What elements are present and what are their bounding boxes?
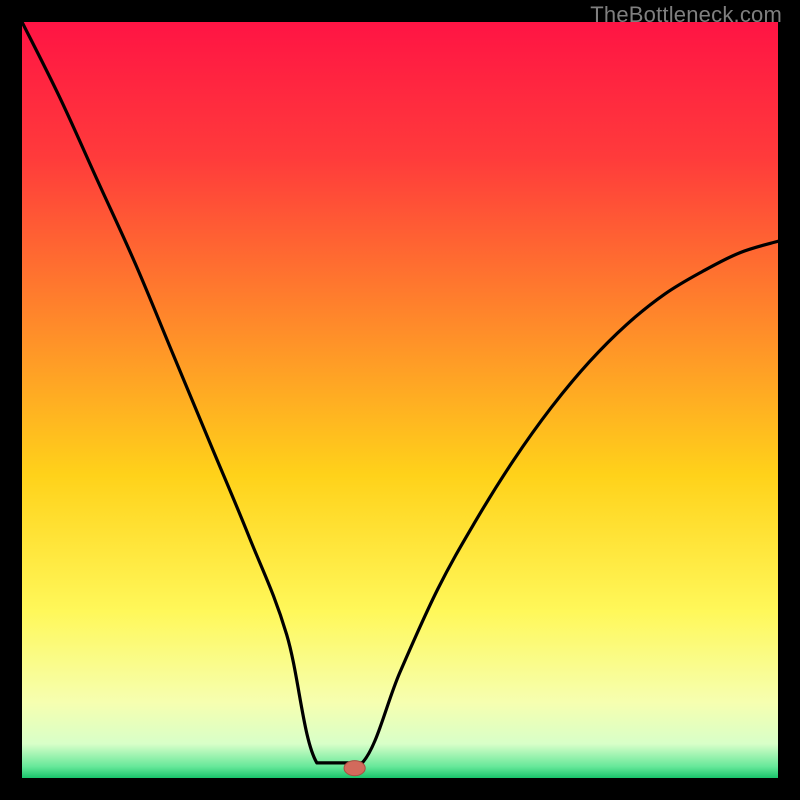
watermark-text: TheBottleneck.com	[590, 2, 782, 28]
gradient-background	[22, 22, 778, 778]
optimal-point-marker	[344, 761, 365, 776]
chart-frame: TheBottleneck.com	[0, 0, 800, 800]
bottleneck-chart	[22, 22, 778, 778]
plot-area	[22, 22, 778, 778]
